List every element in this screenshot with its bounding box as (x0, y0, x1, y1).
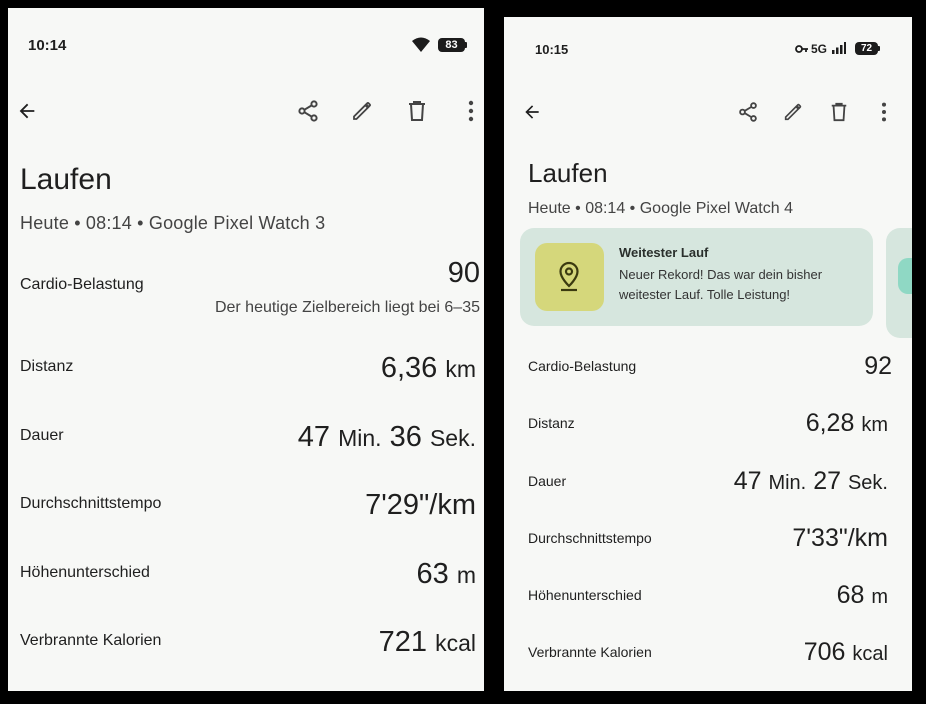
distance-label: Distanz (20, 358, 74, 375)
status-time: 10:14 (28, 37, 67, 54)
elevation-label: Höhenunterschied (528, 587, 642, 603)
battery-indicator: 83 (438, 38, 465, 52)
next-badge-peek (898, 258, 912, 294)
duration-minutes-unit: Min. (338, 425, 382, 451)
elevation-label: Höhenunterschied (20, 564, 150, 581)
duration-label: Dauer (20, 427, 64, 444)
duration-label: Dauer (528, 473, 567, 489)
right-screen: 10:15 5G 72 Laufen Heute • 08:14 • Googl… (504, 17, 912, 691)
page-title: Laufen (528, 158, 608, 188)
back-arrow-icon[interactable] (16, 100, 38, 122)
distance-value: 6,28 km (806, 409, 888, 438)
battery-indicator: 72 (855, 42, 878, 55)
battery-tip (465, 42, 467, 48)
distance-unit: km (861, 414, 888, 436)
elevation-value: 63 m (417, 558, 477, 591)
duration-minutes: 47 (297, 421, 331, 453)
duration-seconds: 27 (813, 467, 842, 495)
vpn-key-icon (795, 44, 809, 54)
signal-strength-icon (832, 42, 846, 54)
delete-trash-icon[interactable] (829, 101, 849, 123)
distance-unit: km (445, 356, 476, 382)
cardio-label: Cardio-Belastung (20, 276, 144, 293)
duration-value: 47 Min. 27 Sek. (734, 467, 888, 496)
calories-number: 721 (378, 626, 428, 658)
elevation-unit: m (871, 586, 888, 608)
calories-label: Verbrannte Kalorien (20, 632, 162, 649)
distance-number: 6,28 (805, 409, 855, 437)
delete-trash-icon[interactable] (406, 99, 428, 123)
edit-pencil-icon[interactable] (782, 101, 804, 123)
location-pin-icon (556, 261, 582, 293)
duration-minutes: 47 (733, 467, 762, 495)
elevation-value: 68 m (837, 581, 888, 610)
elevation-number: 63 (416, 558, 449, 590)
back-arrow-icon[interactable] (522, 102, 542, 122)
share-icon[interactable] (737, 101, 759, 123)
calories-number: 706 (803, 638, 846, 666)
pace-value: 7'33"/km (792, 524, 888, 552)
distance-number: 6,36 (380, 352, 438, 384)
achievement-title: Weitester Lauf (619, 245, 709, 260)
elevation-number: 68 (836, 581, 865, 609)
wifi-icon (411, 37, 431, 53)
share-icon[interactable] (296, 99, 320, 123)
edit-pencil-icon[interactable] (350, 99, 374, 123)
achievement-card[interactable]: Weitester Lauf Neuer Rekord! Das war dei… (520, 228, 873, 326)
pace-label: Durchschnittstempo (528, 530, 652, 546)
calories-unit: kcal (435, 630, 476, 656)
more-vertical-icon[interactable] (467, 99, 475, 123)
duration-value: 47 Min. 36 Sek. (298, 421, 476, 454)
page-subtitle: Heute • 08:14 • Google Pixel Watch 3 (20, 213, 326, 233)
calories-label: Verbrannte Kalorien (528, 644, 652, 660)
cardio-target-note: Der heutige Zielbereich liegt bei 6–35 (214, 299, 480, 316)
achievement-line-2: weitester Lauf. Tolle Leistung! (619, 287, 791, 302)
distance-value: 6,36 km (381, 352, 476, 385)
cardio-value: 90 (447, 257, 480, 289)
calories-value: 721 kcal (379, 626, 476, 659)
pace-label: Durchschnittstempo (20, 495, 162, 512)
distance-label: Distanz (528, 415, 575, 431)
achievement-badge (535, 243, 604, 311)
more-vertical-icon[interactable] (880, 101, 888, 123)
duration-seconds-unit: Sek. (847, 472, 888, 494)
pace-value: 7'29"/km (365, 489, 476, 521)
page-title: Laufen (20, 163, 112, 196)
duration-minutes-unit: Min. (768, 472, 807, 494)
cardio-value: 92 (864, 352, 892, 380)
next-achievement-card-peek[interactable] (886, 228, 912, 338)
cardio-label: Cardio-Belastung (528, 358, 637, 374)
calories-value: 706 kcal (804, 638, 888, 667)
duration-seconds-unit: Sek. (429, 425, 476, 451)
battery-tip (878, 46, 880, 51)
network-type: 5G (811, 42, 828, 56)
duration-seconds: 36 (389, 421, 422, 453)
screen-divider (492, 0, 494, 704)
page-subtitle: Heute • 08:14 • Google Pixel Watch 4 (528, 200, 793, 217)
elevation-unit: m (456, 562, 476, 588)
left-screen: 10:14 83 Laufen Heute • 08:14 • Google P… (8, 8, 484, 691)
status-time: 10:15 (535, 42, 569, 57)
calories-unit: kcal (852, 643, 888, 665)
achievement-line-1: Neuer Rekord! Das war dein bisher (619, 267, 823, 282)
